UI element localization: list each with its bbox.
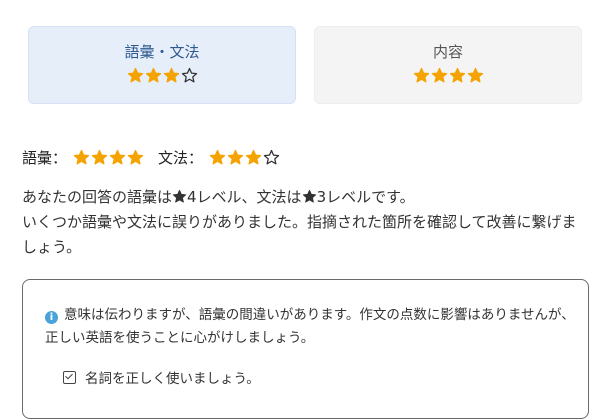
- star-filled-icon: [449, 67, 466, 84]
- star-icon: [172, 189, 187, 204]
- star-filled-icon: [227, 149, 244, 166]
- tab-vocab-grammar-label: 語彙・文法: [124, 43, 200, 61]
- feedback-info: i 意味は伝わりますが、語彙の間違いがあります。作文の点数に影響はありませんが、正…: [45, 304, 575, 350]
- tab-vocab-grammar[interactable]: 語彙・文法: [28, 26, 296, 104]
- summary-text-b: 4レベル、文法は: [187, 188, 302, 206]
- star-outline-icon: [263, 149, 280, 166]
- info-icon: i: [45, 311, 58, 324]
- checkbox-icon: [63, 370, 76, 384]
- star-filled-icon: [127, 149, 144, 166]
- tab-content-label: 内容: [432, 43, 463, 61]
- result-summary: あなたの回答の語彙は 4レベル、文法は 3レベルです。 いくつか語彙や文法に誤りがあ…: [22, 185, 582, 260]
- summary-text-a: あなたの回答の語彙は: [22, 188, 173, 206]
- star-filled-icon: [127, 67, 144, 84]
- star-filled-icon: [431, 67, 448, 84]
- star-filled-icon: [91, 149, 108, 166]
- star-outline-icon: [181, 67, 198, 84]
- star-filled-icon: [245, 149, 262, 166]
- star-filled-icon: [413, 67, 430, 84]
- summary-line-2: いくつか語彙や文法に誤りがありました。指摘された箇所を確認して改善に繋げましょう…: [22, 213, 577, 256]
- vocab-label: 語彙：: [22, 148, 68, 167]
- star-filled-icon: [145, 67, 162, 84]
- star-filled-icon: [467, 67, 484, 84]
- vocab-stars: [73, 149, 144, 166]
- summary-text-c: 3レベルです。: [316, 188, 415, 206]
- tab-content-stars: [315, 67, 581, 84]
- tab-content[interactable]: 内容: [314, 26, 582, 104]
- feedback-box: i 意味は伝わりますが、語彙の間違いがあります。作文の点数に影響はありませんが、正…: [22, 279, 589, 419]
- star-icon: [302, 189, 317, 204]
- feedback-info-text: 意味は伝わりますが、語彙の間違いがあります。作文の点数に影響はありませんが、正し…: [45, 307, 575, 346]
- feedback-check-text: 名詞を正しく使いましょう。: [85, 371, 260, 387]
- star-filled-icon: [209, 149, 226, 166]
- grammar-stars: [209, 149, 280, 166]
- summary-line-1: あなたの回答の語彙は 4レベル、文法は 3レベルです。: [22, 185, 582, 210]
- category-tabs: 語彙・文法 内容: [28, 26, 582, 104]
- star-filled-icon: [109, 149, 126, 166]
- star-filled-icon: [163, 67, 180, 84]
- tab-vocab-grammar-stars: [29, 67, 295, 84]
- rating-summary: 語彙： 文法：: [22, 145, 294, 169]
- star-filled-icon: [73, 149, 90, 166]
- feedback-check-item: 名詞を正しく使いましょう。: [63, 367, 260, 387]
- grammar-label: 文法：: [158, 148, 204, 167]
